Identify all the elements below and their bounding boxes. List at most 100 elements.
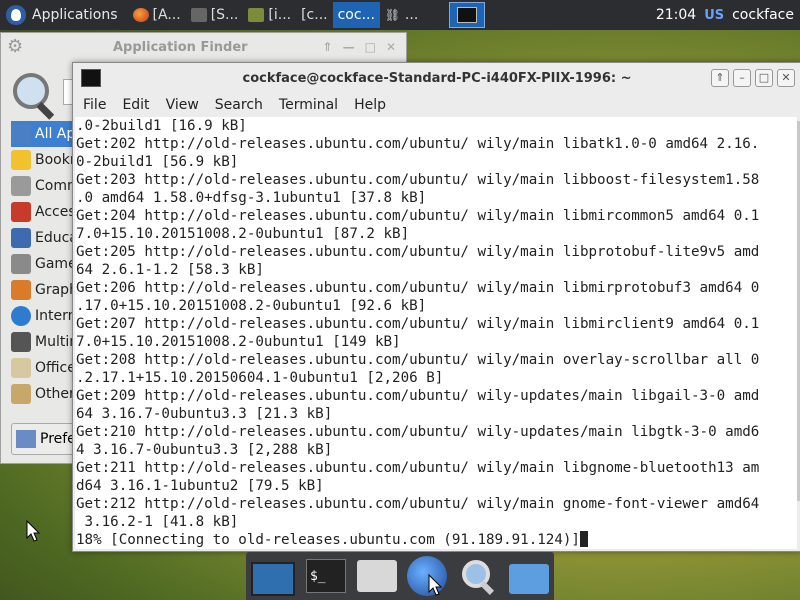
maximize-icon[interactable]: □ xyxy=(755,69,773,87)
panel-tray: 21:04 US cockface xyxy=(656,7,800,23)
task-label: [i... xyxy=(268,7,292,23)
clock[interactable]: 21:04 xyxy=(656,7,696,23)
xfce-mouse-icon xyxy=(6,5,26,25)
preferences-icon xyxy=(16,430,36,448)
show-desktop-icon[interactable] xyxy=(251,562,296,596)
output-line: .17.0+15.10.20151008.2-0ubuntu1 [92.6 kB… xyxy=(76,298,427,314)
output-line: Get:204 http://old-releases.ubuntu.com/u… xyxy=(76,208,760,224)
category-other[interactable]: Other xyxy=(11,381,81,407)
menu-file[interactable]: File xyxy=(83,97,106,113)
output-line: 0-2build1 [56.9 kB] xyxy=(76,154,239,170)
category-multimedia[interactable]: Multimedia xyxy=(11,329,81,355)
category-common[interactable]: Common xyxy=(11,173,81,199)
menu-search[interactable]: Search xyxy=(215,97,263,113)
output-line: Get:203 http://old-releases.ubuntu.com/u… xyxy=(76,172,760,188)
terminal-menubar: File Edit View Search Terminal Help xyxy=(73,93,800,117)
output-line: Get:208 http://old-releases.ubuntu.com/u… xyxy=(76,352,760,368)
output-line: .0-2build1 [16.9 kB] xyxy=(76,118,247,134)
terminal-icon xyxy=(457,7,478,23)
terminal-output[interactable]: .0-2build1 [16.9 kB] Get:202 http://old-… xyxy=(75,117,797,549)
output-line: .2.17.1+15.10.20150604.1-0ubuntu1 [2,206… xyxy=(76,370,444,386)
maximize-icon[interactable]: □ xyxy=(365,40,376,54)
close-icon[interactable]: ✕ xyxy=(386,40,396,54)
category-education[interactable]: Education xyxy=(11,225,81,251)
task-label: [S... xyxy=(210,7,239,23)
office-icon xyxy=(11,358,31,378)
output-line: Get:209 http://old-releases.ubuntu.com/u… xyxy=(76,388,760,404)
user-menu[interactable]: cockface xyxy=(732,7,794,23)
applications-label: Applications xyxy=(32,7,118,23)
output-line: 3.16.2-1 [41.8 kB] xyxy=(76,514,239,530)
dock: $_ xyxy=(246,552,554,600)
category-internet[interactable]: Internet xyxy=(11,303,81,329)
menu-terminal[interactable]: Terminal xyxy=(279,97,338,113)
task-window-s[interactable]: [S... xyxy=(186,2,244,28)
task-chain[interactable]: ⛓ ... xyxy=(380,2,423,28)
menu-view[interactable]: View xyxy=(166,97,199,113)
minimize-icon[interactable]: — xyxy=(343,40,355,54)
output-line: 7.0+15.10.20151008.2-0ubuntu1 [87.2 kB] xyxy=(76,226,410,242)
gear-icon: ⚙ xyxy=(7,36,24,57)
applications-menu-button[interactable]: Applications xyxy=(0,0,124,30)
search-icon xyxy=(11,71,55,120)
output-line: Get:205 http://old-releases.ubuntu.com/u… xyxy=(76,244,760,260)
terminal-titlebar[interactable]: cockface@cockface-Standard-PC-i440FX-PII… xyxy=(73,63,800,93)
task-label: [A... xyxy=(152,7,181,23)
finder-window-controls: ⇑ — □ ✕ xyxy=(323,40,406,54)
mouse-pointer-icon xyxy=(428,574,443,596)
output-line: Get:211 http://old-releases.ubuntu.com/u… xyxy=(76,460,760,476)
category-graphics[interactable]: Graphics xyxy=(11,277,81,303)
output-line: Get:212 http://old-releases.ubuntu.com/u… xyxy=(76,496,760,512)
output-line: 64 3.16.7-0ubuntu3.3 [21.3 kB] xyxy=(76,406,333,422)
category-all[interactable]: All Applications xyxy=(11,121,81,147)
task-terminal-active[interactable]: coc... xyxy=(72,2,380,78)
category-accessories[interactable]: Accessories xyxy=(11,199,81,225)
minimize-icon[interactable]: – xyxy=(733,69,751,87)
star-icon xyxy=(11,150,31,170)
terminal-window: cockface@cockface-Standard-PC-i440FX-PII… xyxy=(72,62,800,552)
folder-icon[interactable] xyxy=(508,564,549,594)
terminal-title: cockface@cockface-Standard-PC-i440FX-PII… xyxy=(242,70,632,86)
category-games[interactable]: Games xyxy=(11,251,81,277)
graphics-icon xyxy=(11,280,31,300)
output-line: 4 3.16.7-0ubuntu3.3 [2,288 kB] xyxy=(76,442,333,458)
gears-icon xyxy=(11,176,31,196)
mouse-pointer-icon xyxy=(26,520,41,542)
terminal-prompt: $_ xyxy=(309,569,326,584)
home-folder-icon[interactable] xyxy=(356,560,397,592)
finder-title: Application Finder xyxy=(113,39,248,55)
chain-icon: ⛓ xyxy=(384,8,401,22)
task-label: coc... xyxy=(337,7,375,23)
output-line: 7.0+15.10.20151008.2-0ubuntu1 [149 kB] xyxy=(76,334,401,350)
task-label: [c... xyxy=(301,7,328,23)
firefox-icon xyxy=(132,8,149,22)
search-handle xyxy=(36,102,55,120)
all-apps-icon xyxy=(11,124,31,144)
category-label: Office xyxy=(35,360,76,376)
category-office[interactable]: Office xyxy=(11,355,81,381)
other-icon xyxy=(11,384,31,404)
task-terminal-c[interactable]: [c... xyxy=(72,2,333,78)
output-line: Get:207 http://old-releases.ubuntu.com/u… xyxy=(76,316,760,332)
task-image[interactable]: [i... xyxy=(243,2,296,28)
finder-titlebar[interactable]: ⚙ Application Finder ⇑ — □ ✕ xyxy=(1,33,406,61)
category-bookmarks[interactable]: Bookmarks xyxy=(11,147,81,173)
shade-icon[interactable]: ⇑ xyxy=(711,69,729,87)
shade-icon[interactable]: ⇑ xyxy=(323,40,333,54)
show-desktop-button[interactable] xyxy=(449,2,486,28)
output-line: d64 3.16.1-1ubuntu2 [79.5 kB] xyxy=(76,478,324,494)
terminal-window-controls: ⇑ – □ ✕ xyxy=(711,69,800,87)
task-firefox[interactable]: [A... xyxy=(128,2,186,28)
progress-text: 18% [Connecting to old-releases.ubuntu.c… xyxy=(76,532,580,548)
image-icon xyxy=(248,8,265,22)
keyboard-layout-indicator[interactable]: US xyxy=(704,8,724,23)
menu-help[interactable]: Help xyxy=(354,97,386,113)
output-line: Get:202 http://old-releases.ubuntu.com/u… xyxy=(76,136,760,152)
task-label: ... xyxy=(404,7,419,23)
app-finder-launcher-icon[interactable] xyxy=(458,556,498,596)
menu-edit[interactable]: Edit xyxy=(122,97,149,113)
output-line: 64 2.6.1-1.2 [58.3 kB] xyxy=(76,262,264,278)
taskbar: [A... [S... [i... [c... coc... ⛓ ... xyxy=(72,0,486,78)
close-icon[interactable]: ✕ xyxy=(777,69,795,87)
terminal-launcher-icon[interactable]: $_ xyxy=(305,559,346,593)
